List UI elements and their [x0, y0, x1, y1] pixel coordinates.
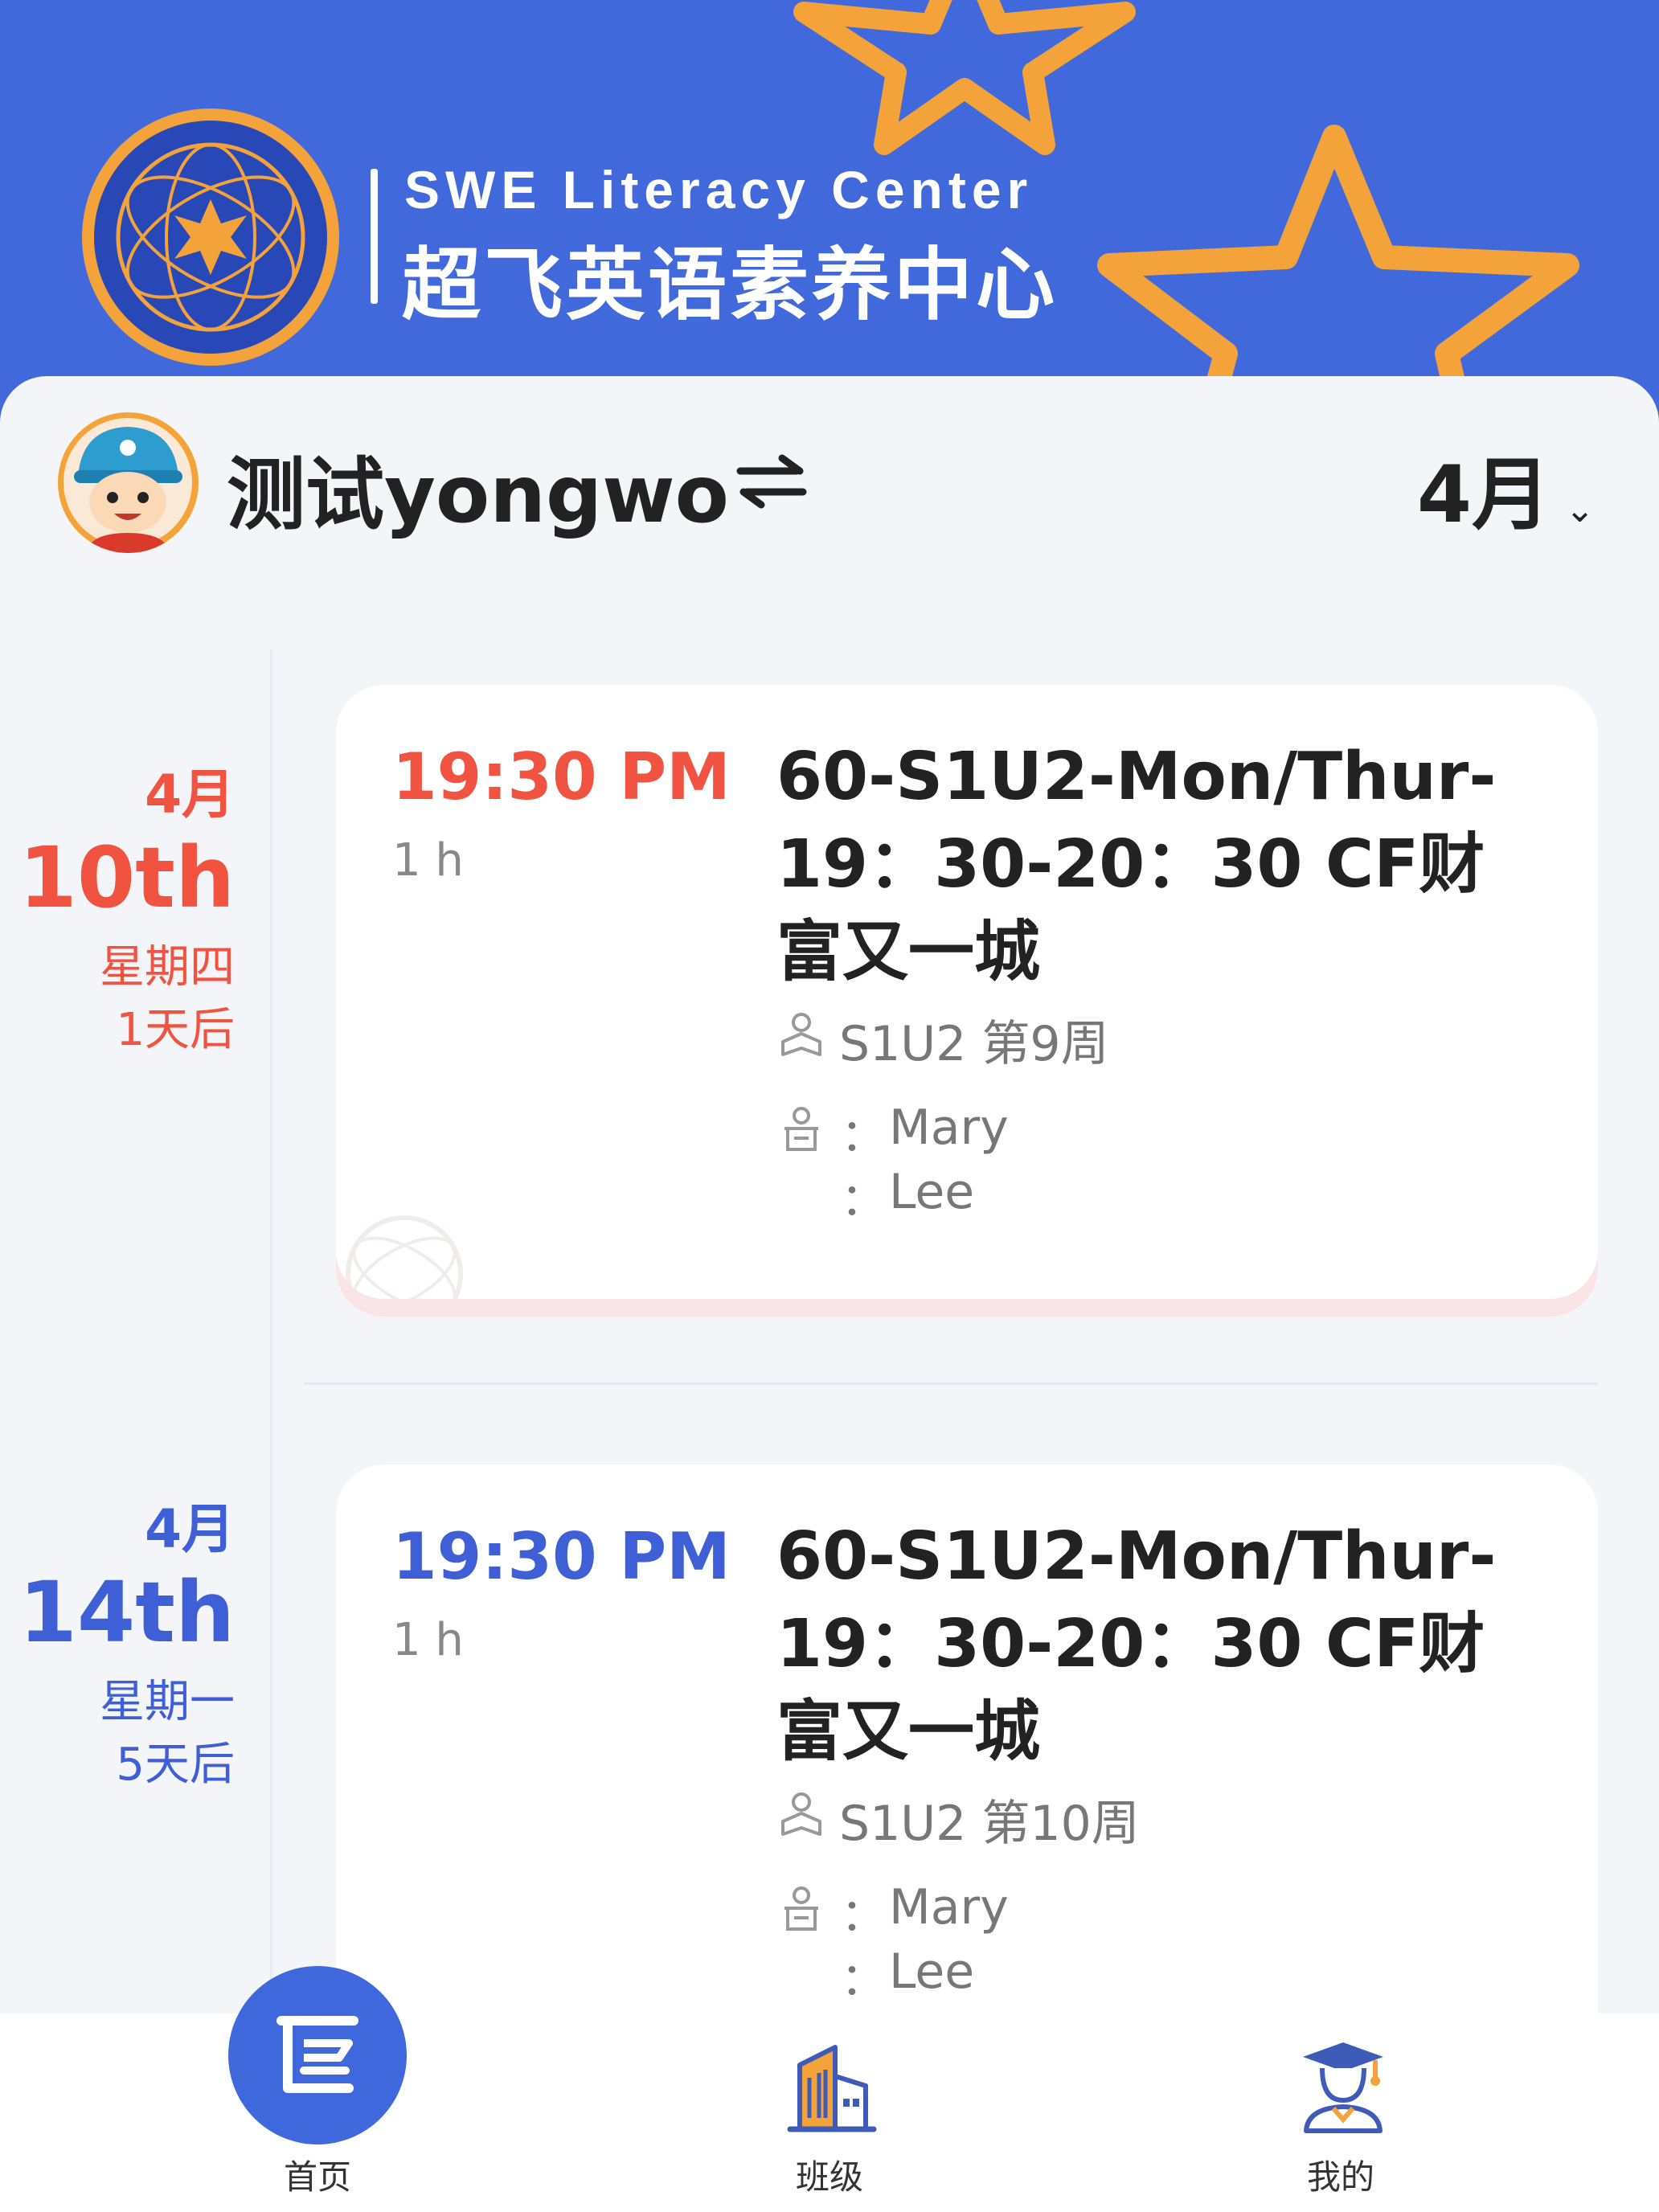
avatar[interactable]	[58, 412, 199, 553]
teacher-colon: ：	[841, 1954, 886, 2006]
lesson-time: 19:30 PM	[392, 739, 731, 814]
nav-mine-label: 我的	[1306, 2157, 1374, 2197]
switch-icon[interactable]	[735, 453, 808, 510]
date-month: 4月	[145, 764, 235, 825]
lesson-date: 4月 10th 星期四 1天后	[0, 768, 235, 1053]
home-icon	[276, 2016, 358, 2093]
lesson-week: S1U2 第10周	[839, 1796, 1140, 1852]
brand-name-cn: 超飞英语素养中心	[402, 240, 1059, 331]
lesson-week: S1U2 第9周	[839, 1016, 1109, 1072]
book-user-icon	[781, 1792, 821, 1836]
chevron-down-icon: ⌄	[1565, 490, 1595, 530]
teacher-name: Lee	[889, 1164, 975, 1220]
lesson-time: 19:30 PM	[392, 1519, 731, 1594]
lesson-card[interactable]: 19:30 PM 1 h 60-S1U2-Mon/Thur-19：30-20：3…	[336, 685, 1598, 1299]
star-decoration-right	[1097, 125, 1579, 418]
teacher-colon: ：	[841, 1110, 886, 1162]
lesson-duration: 1 h	[392, 834, 464, 887]
teacher-colon: ：	[841, 1174, 886, 1227]
brand-logo	[82, 109, 339, 366]
nav-mine[interactable]: 我的	[1220, 2013, 1461, 2212]
date-day: 14th	[18, 1563, 235, 1661]
date-relative: 5天后	[116, 1739, 235, 1791]
date-month: 4月	[145, 1498, 235, 1560]
brand-name-en: SWE Literacy Center	[404, 160, 1034, 219]
date-relative: 1天后	[116, 1004, 235, 1056]
teacher-name: Mary	[889, 1100, 1009, 1156]
brand-divider	[371, 169, 378, 304]
date-day: 10th	[18, 829, 235, 927]
logo-watermark	[346, 1215, 463, 1299]
teacher-colon: ：	[841, 1890, 886, 1942]
teacher-icon	[784, 1886, 818, 1931]
month-label: 4月	[1416, 449, 1551, 541]
book-user-icon	[781, 1013, 821, 1056]
header: SWE Literacy Center 超飞英语素养中心	[0, 0, 1659, 418]
class-icon	[787, 2045, 877, 2132]
user-name: 测试yongwo	[227, 449, 729, 541]
schedule-panel: 测试yongwo 4月 ⌄ 4月 10th 星期四 1天后 19:30 PM 1…	[0, 376, 1659, 2212]
teacher-name: Mary	[889, 1879, 1009, 1936]
lesson-date: 4月 14th 星期一 5天后	[0, 1503, 235, 1788]
teacher-name: Lee	[889, 1944, 975, 2000]
home-button[interactable]	[228, 1966, 407, 2144]
lesson-divider	[304, 1382, 1598, 1385]
teacher-icon	[784, 1107, 818, 1151]
nav-class[interactable]: 班级	[709, 2013, 950, 2212]
date-weekday: 星期一	[100, 1676, 235, 1728]
lesson-duration: 1 h	[392, 1614, 464, 1666]
month-selector[interactable]: 4月 ⌄	[1417, 431, 1595, 545]
lesson-title: 60-S1U2-Mon/Thur-19：30-20：30 CF财富又一城	[776, 739, 1497, 990]
avatar-image	[63, 418, 192, 553]
date-weekday: 星期四	[100, 941, 235, 993]
nav-home-label: 首页	[283, 2157, 351, 2197]
nav-class-label: 班级	[795, 2157, 863, 2197]
lesson-title: 60-S1U2-Mon/Thur-19：30-20：30 CF财富又一城	[776, 1518, 1497, 1770]
mine-icon	[1303, 2042, 1383, 2133]
